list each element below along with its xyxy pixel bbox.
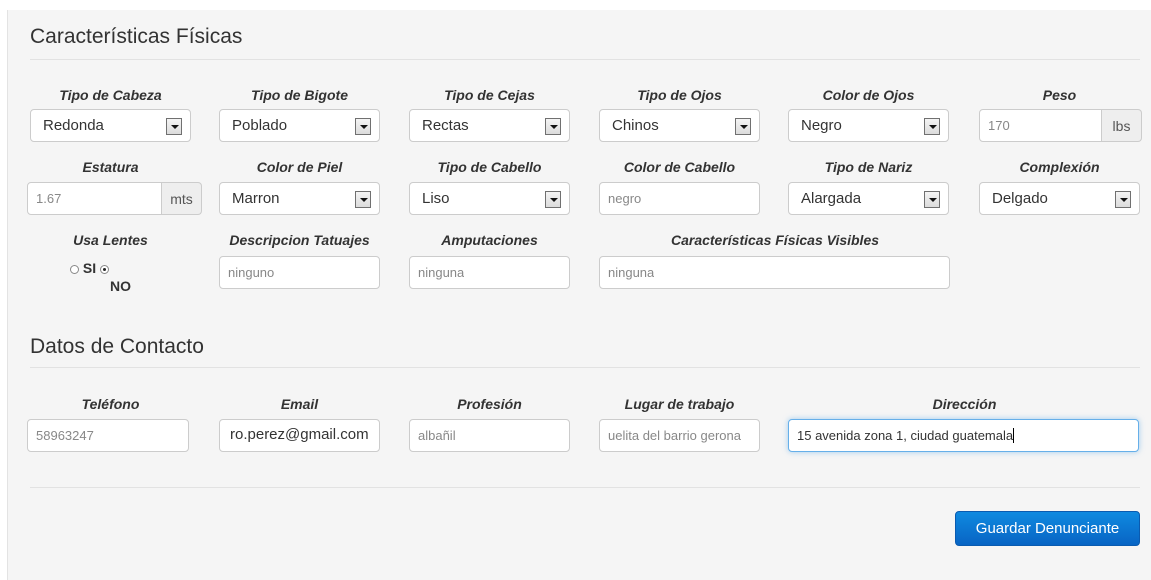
email-input[interactable]: ro.perez@gmail.com: [219, 419, 380, 452]
tipo-nariz-value: Alargada: [801, 190, 862, 207]
label-amputaciones: Amputaciones: [441, 232, 538, 248]
radio-si[interactable]: [70, 265, 79, 274]
lugar-trabajo-value: uelita del barrio gerona: [608, 428, 741, 443]
usa-lentes-radio-group: SI NO: [70, 260, 131, 294]
complexion-value: Delgado: [992, 190, 1048, 207]
label-email: Email: [280, 396, 319, 412]
lugar-trabajo-input[interactable]: uelita del barrio gerona: [599, 419, 760, 452]
tipo-bigote-select[interactable]: Poblado: [219, 109, 380, 142]
amputaciones-value: ninguna: [418, 265, 465, 280]
label-estatura: Estatura: [82, 159, 139, 175]
caracteristicas-visibles-value: ninguna: [608, 265, 655, 280]
direccion-input[interactable]: 15 avenida zona 1, ciudad guatemala: [788, 419, 1139, 452]
label-tipo-cabello: Tipo de Cabello: [437, 159, 542, 175]
tipo-bigote-value: Poblado: [232, 117, 288, 134]
tipo-cabeza-select[interactable]: Redonda: [30, 109, 191, 142]
label-tipo-bigote: Tipo de Bigote: [251, 87, 348, 103]
estatura-input[interactable]: 1.67: [27, 182, 162, 215]
direccion-value-wrap: 15 avenida zona 1, ciudad guatemala: [797, 428, 1015, 444]
descripcion-tatuajes-input[interactable]: ninguno: [219, 256, 380, 289]
actions-divider: [30, 487, 1140, 488]
label-caracteristicas-visibles: Características Físicas Visibles: [670, 232, 880, 248]
section-divider: [30, 59, 1140, 60]
tipo-nariz-select[interactable]: Alargada: [788, 182, 949, 215]
peso-input[interactable]: 170: [979, 109, 1102, 142]
email-value: ro.perez@gmail.com: [230, 427, 369, 443]
color-piel-value: Marron: [232, 190, 280, 207]
chevron-down-icon: [166, 118, 182, 135]
profesion-input[interactable]: albañil: [409, 419, 570, 452]
label-tipo-cabeza: Tipo de Cabeza: [59, 87, 162, 103]
caracteristicas-visibles-input[interactable]: ninguna: [599, 256, 950, 289]
color-cabello-input[interactable]: negro: [599, 182, 760, 215]
label-tipo-cejas: Tipo de Cejas: [444, 87, 535, 103]
label-complexion: Complexión: [1019, 159, 1100, 175]
descripcion-tatuajes-value: ninguno: [228, 265, 275, 280]
section-divider: [30, 367, 1140, 368]
radio-no[interactable]: [100, 265, 110, 274]
radio-no-label: NO: [110, 278, 131, 294]
section-title-contacto: Datos de Contacto: [30, 335, 204, 358]
guardar-denunciante-button[interactable]: Guardar Denunciante: [955, 511, 1140, 546]
profesion-value: albañil: [418, 428, 456, 443]
chevron-down-icon: [924, 191, 940, 208]
tipo-cabello-select[interactable]: Liso: [409, 182, 570, 215]
tipo-ojos-value: Chinos: [612, 117, 659, 134]
chevron-down-icon: [545, 118, 561, 135]
text-caret: [1013, 428, 1015, 443]
direccion-value: 15 avenida zona 1, ciudad guatemala: [797, 428, 1014, 443]
label-lugar-trabajo: Lugar de trabajo: [624, 396, 735, 412]
chevron-down-icon: [924, 118, 940, 135]
chevron-down-icon: [545, 191, 561, 208]
label-color-cabello: Color de Cabello: [623, 159, 736, 175]
tipo-cejas-select[interactable]: Rectas: [409, 109, 570, 142]
color-cabello-value: negro: [608, 191, 642, 206]
label-peso: Peso: [1042, 87, 1077, 103]
telefono-input[interactable]: 58963247: [27, 419, 189, 452]
color-piel-select[interactable]: Marron: [219, 182, 380, 215]
tipo-cabeza-value: Redonda: [43, 117, 104, 134]
label-usa-lentes: Usa Lentes: [73, 232, 148, 248]
radio-si-label: SI: [82, 260, 97, 276]
label-direccion: Dirección: [932, 396, 997, 412]
label-color-piel: Color de Piel: [256, 159, 343, 175]
label-descripcion-tatuajes: Descripcion Tatuajes: [229, 232, 370, 248]
chevron-down-icon: [355, 191, 371, 208]
label-telefono: Teléfono: [81, 396, 140, 412]
chevron-down-icon: [355, 118, 371, 135]
estatura-input-group: 1.67 mts: [27, 182, 202, 215]
chevron-down-icon: [1115, 191, 1131, 208]
label-tipo-nariz: Tipo de Nariz: [824, 159, 913, 175]
estatura-unit: mts: [162, 182, 202, 215]
peso-input-group: 170 lbs: [979, 109, 1142, 142]
label-color-ojos: Color de Ojos: [822, 87, 915, 103]
chevron-down-icon: [735, 118, 751, 135]
tipo-cejas-value: Rectas: [422, 117, 469, 134]
color-ojos-select[interactable]: Negro: [788, 109, 949, 142]
tipo-ojos-select[interactable]: Chinos: [599, 109, 760, 142]
color-ojos-value: Negro: [801, 117, 842, 134]
section-title-fisicas: Características Físicas: [30, 25, 243, 48]
label-tipo-ojos: Tipo de Ojos: [637, 87, 722, 103]
label-profesion: Profesión: [457, 396, 522, 412]
tipo-cabello-value: Liso: [422, 190, 450, 207]
complexion-select[interactable]: Delgado: [979, 182, 1140, 215]
amputaciones-input[interactable]: ninguna: [409, 256, 570, 289]
telefono-value: 58963247: [36, 428, 94, 443]
peso-unit: lbs: [1102, 109, 1142, 142]
